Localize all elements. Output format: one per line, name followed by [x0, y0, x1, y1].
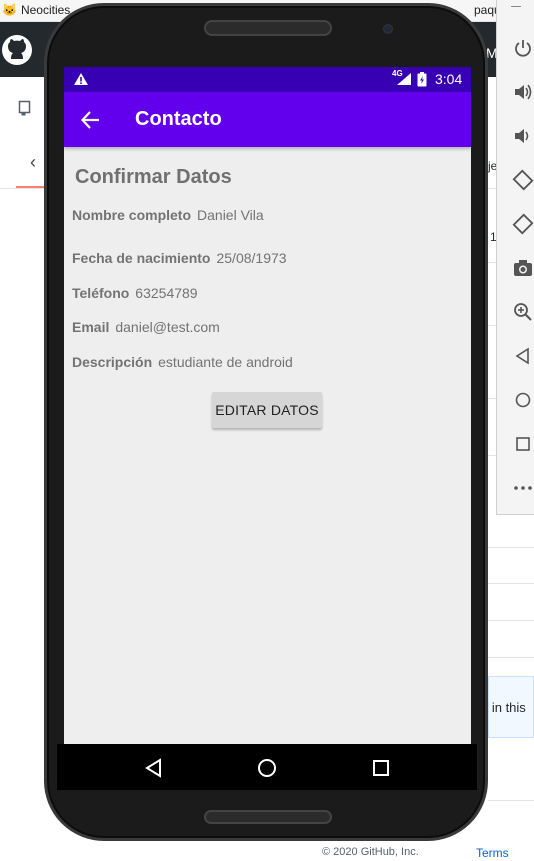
- field-value: estudiante de android: [158, 354, 293, 370]
- more-icon[interactable]: [511, 476, 534, 500]
- nav-home-icon[interactable]: [256, 757, 278, 779]
- bg-line: [488, 620, 534, 621]
- field-label: Fecha de nacimiento: [72, 250, 211, 266]
- field-fecha: Fecha de nacimiento 25/08/1973: [72, 250, 287, 266]
- cat-icon: 🐱: [2, 3, 17, 17]
- zoom-icon[interactable]: [511, 300, 534, 324]
- nav-back-icon[interactable]: [143, 757, 165, 779]
- repo-icon: [18, 100, 31, 116]
- app-bar: Contacto: [64, 92, 471, 147]
- field-value: Daniel Vila: [197, 207, 264, 223]
- emulator-control-panel: [496, 0, 534, 515]
- phone-screen: 4G 3:04 Contacto Confirmar Datos Nombre …: [64, 67, 471, 744]
- home-icon[interactable]: [511, 388, 534, 412]
- volume-up-icon[interactable]: [511, 80, 534, 104]
- volume-down-icon[interactable]: [511, 124, 534, 148]
- field-telefono: Teléfono 63254789: [72, 285, 198, 301]
- field-label: Email: [72, 319, 110, 335]
- front-camera: [383, 24, 393, 34]
- speaker-bottom: [204, 810, 332, 824]
- chevron-left-icon[interactable]: ‹: [30, 152, 36, 173]
- footer-copyright: © 2020 GitHub, Inc.: [322, 846, 419, 858]
- field-value: daniel@test.com: [115, 319, 220, 335]
- overview-icon[interactable]: [511, 432, 534, 456]
- field-value: 63254789: [135, 285, 198, 301]
- github-logo-icon[interactable]: [0, 33, 34, 67]
- battery-charging-icon: [417, 72, 427, 87]
- warning-icon: [74, 73, 88, 85]
- back-arrow-icon[interactable]: [80, 109, 102, 131]
- field-label: Nombre completo: [72, 207, 192, 223]
- edit-data-button[interactable]: EDITAR DATOS: [212, 392, 322, 428]
- bookmark-neocities[interactable]: 🐱 Neocities: [2, 3, 70, 17]
- bg-line: [488, 657, 534, 658]
- system-nav-bar: [57, 744, 477, 790]
- power-icon[interactable]: [511, 36, 534, 60]
- footer-terms-link[interactable]: Terms: [476, 846, 509, 860]
- field-nombre: Nombre completo Daniel Vila: [72, 207, 264, 223]
- bg-line: [488, 547, 534, 548]
- rotate-right-icon[interactable]: [511, 212, 534, 236]
- rotate-left-icon[interactable]: [511, 168, 534, 192]
- field-label: Teléfono: [72, 285, 130, 301]
- signal-icon: 4G: [392, 69, 412, 86]
- info-banner: d in this: [488, 676, 534, 738]
- back-icon[interactable]: [511, 344, 534, 368]
- minimize-icon[interactable]: [511, 6, 521, 7]
- field-email: Email daniel@test.com: [72, 319, 220, 335]
- bg-line: [488, 800, 534, 801]
- speaker-top: [204, 20, 332, 36]
- page-title: Confirmar Datos: [75, 166, 232, 188]
- nav-overview-icon[interactable]: [370, 757, 392, 779]
- field-value: 25/08/1973: [216, 250, 287, 266]
- status-bar: 4G 3:04: [64, 67, 471, 92]
- bg-line: [488, 583, 534, 584]
- field-descripcion: Descripción estudiante de android: [72, 354, 293, 370]
- field-label: Descripción: [72, 354, 153, 370]
- app-bar-title: Contacto: [135, 108, 222, 130]
- camera-icon[interactable]: [511, 256, 534, 280]
- status-time: 3:04: [435, 71, 463, 87]
